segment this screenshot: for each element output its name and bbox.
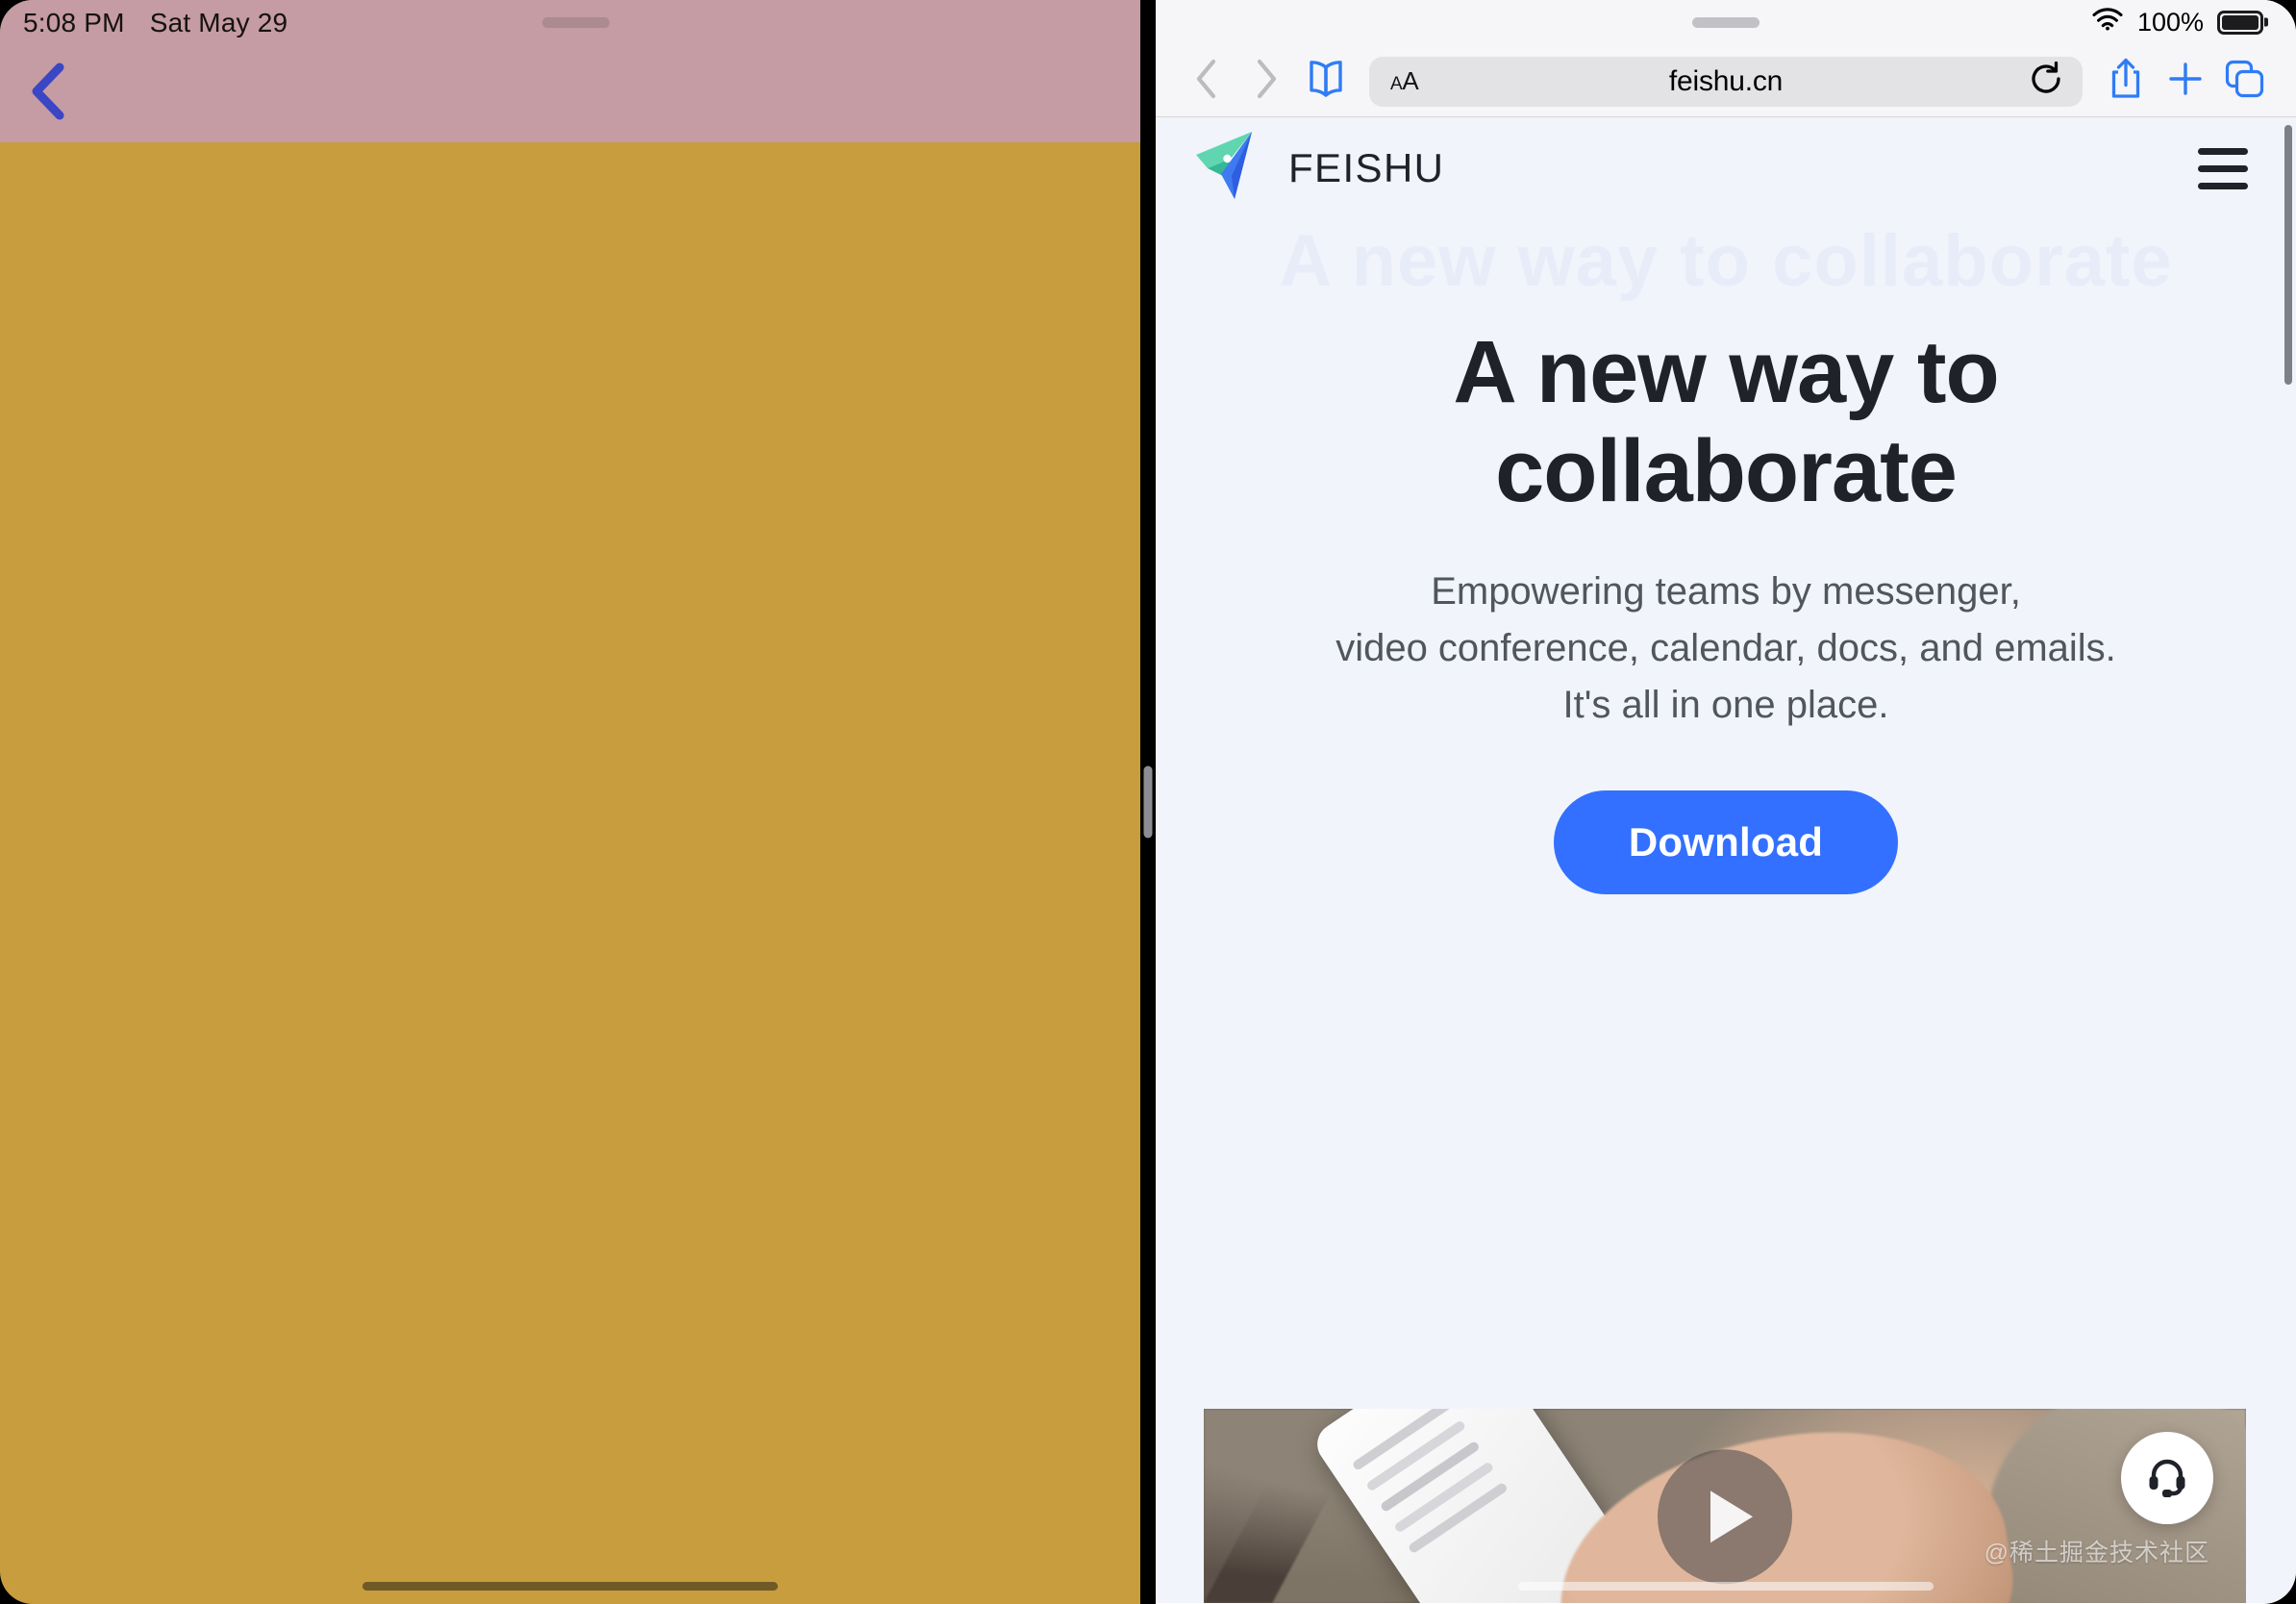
hero-subheading-line-3: It's all in one place. xyxy=(1562,684,1889,727)
split-view-divider-grip[interactable] xyxy=(1143,765,1153,839)
video-arm xyxy=(1986,1409,2246,1603)
left-pane-drag-handle[interactable] xyxy=(542,17,610,28)
play-icon xyxy=(1710,1491,1753,1543)
tabs-icon xyxy=(2224,59,2266,104)
battery-percent-label: 100% xyxy=(2136,7,2204,37)
watermark: @稀土掘金技术社区 xyxy=(1984,1540,2209,1566)
chevron-left-icon xyxy=(1195,59,1218,104)
ipad-split-view-screen: 5:08 PM Sat May 29 100% AA feishu.cn FEI… xyxy=(0,0,2296,1604)
page-title: A new way to collaborate xyxy=(1453,323,1999,521)
hero-subheading: Empowering teams by messenger, video con… xyxy=(1156,564,2296,735)
wifi-icon xyxy=(2091,7,2124,38)
hero-video[interactable]: @稀土掘金技术社区 xyxy=(1204,1409,2246,1603)
webpage-content: FEISHU A new way to collaborate A new wa… xyxy=(1156,117,2296,1603)
page-scrollbar[interactable] xyxy=(2284,125,2292,385)
safari-toolbar: AA feishu.cn xyxy=(1156,46,2296,117)
book-icon xyxy=(1305,59,1347,104)
share-icon xyxy=(2108,57,2144,106)
browser-forward-button[interactable] xyxy=(1236,52,1296,112)
right-home-indicator[interactable] xyxy=(1518,1582,1934,1591)
feishu-paper-plane-logo xyxy=(1192,130,1269,208)
support-button[interactable] xyxy=(2121,1432,2213,1524)
reload-button[interactable] xyxy=(2025,61,2067,103)
hamburger-menu-icon[interactable] xyxy=(2198,142,2248,195)
new-tab-button[interactable] xyxy=(2156,52,2215,112)
chevron-right-icon xyxy=(1255,59,1278,104)
text-size-small-a: A xyxy=(1390,74,1403,94)
battery-full-icon xyxy=(2217,10,2263,35)
status-date: Sat May 29 xyxy=(149,8,288,38)
download-button-wrap: Download xyxy=(1156,789,2296,894)
hero-subheading-line-1: Empowering teams by messenger, xyxy=(1431,570,2021,614)
play-button[interactable] xyxy=(1658,1449,1792,1585)
plus-icon xyxy=(2166,60,2205,103)
left-app-pane: 5:08 PM Sat May 29 xyxy=(0,0,1140,1604)
headset-icon xyxy=(2143,1452,2191,1505)
safari-pane: 100% AA feishu.cn FEISHU A new way to co… xyxy=(1156,0,2296,1604)
reload-icon xyxy=(2028,61,2064,102)
site-header: FEISHU xyxy=(1156,117,2296,219)
text-size-button[interactable]: AA xyxy=(1390,66,1419,96)
text-size-large-a: A xyxy=(1402,66,1419,95)
chevron-left-icon xyxy=(28,62,66,121)
hero-subheading-line-2: video conference, calendar, docs, and em… xyxy=(1335,627,2116,670)
hero-section: A new way to collaborate Empowering team… xyxy=(1156,219,2296,894)
right-pane-drag-handle[interactable] xyxy=(1692,17,1759,28)
right-status-bar: 100% xyxy=(1156,0,2296,46)
download-button[interactable]: Download xyxy=(1553,789,1899,894)
address-bar[interactable]: AA feishu.cn xyxy=(1369,56,2083,107)
url-text[interactable]: feishu.cn xyxy=(1388,65,2063,98)
brand-name: FEISHU xyxy=(1288,145,1445,190)
status-indicators: 100% xyxy=(2091,7,2263,38)
left-status-datetime: 5:08 PM Sat May 29 xyxy=(23,8,287,38)
share-button[interactable] xyxy=(2096,52,2156,112)
left-status-bar: 5:08 PM Sat May 29 xyxy=(0,0,1140,142)
status-time: 5:08 PM xyxy=(23,8,125,38)
left-home-indicator[interactable] xyxy=(362,1582,778,1591)
split-view-divider[interactable] xyxy=(1140,0,1156,1604)
bookmarks-button[interactable] xyxy=(1296,52,1356,112)
browser-back-button[interactable] xyxy=(1177,52,1236,112)
back-button[interactable] xyxy=(13,58,81,125)
show-tabs-button[interactable] xyxy=(2215,52,2275,112)
site-logo[interactable]: FEISHU xyxy=(1192,130,1444,208)
